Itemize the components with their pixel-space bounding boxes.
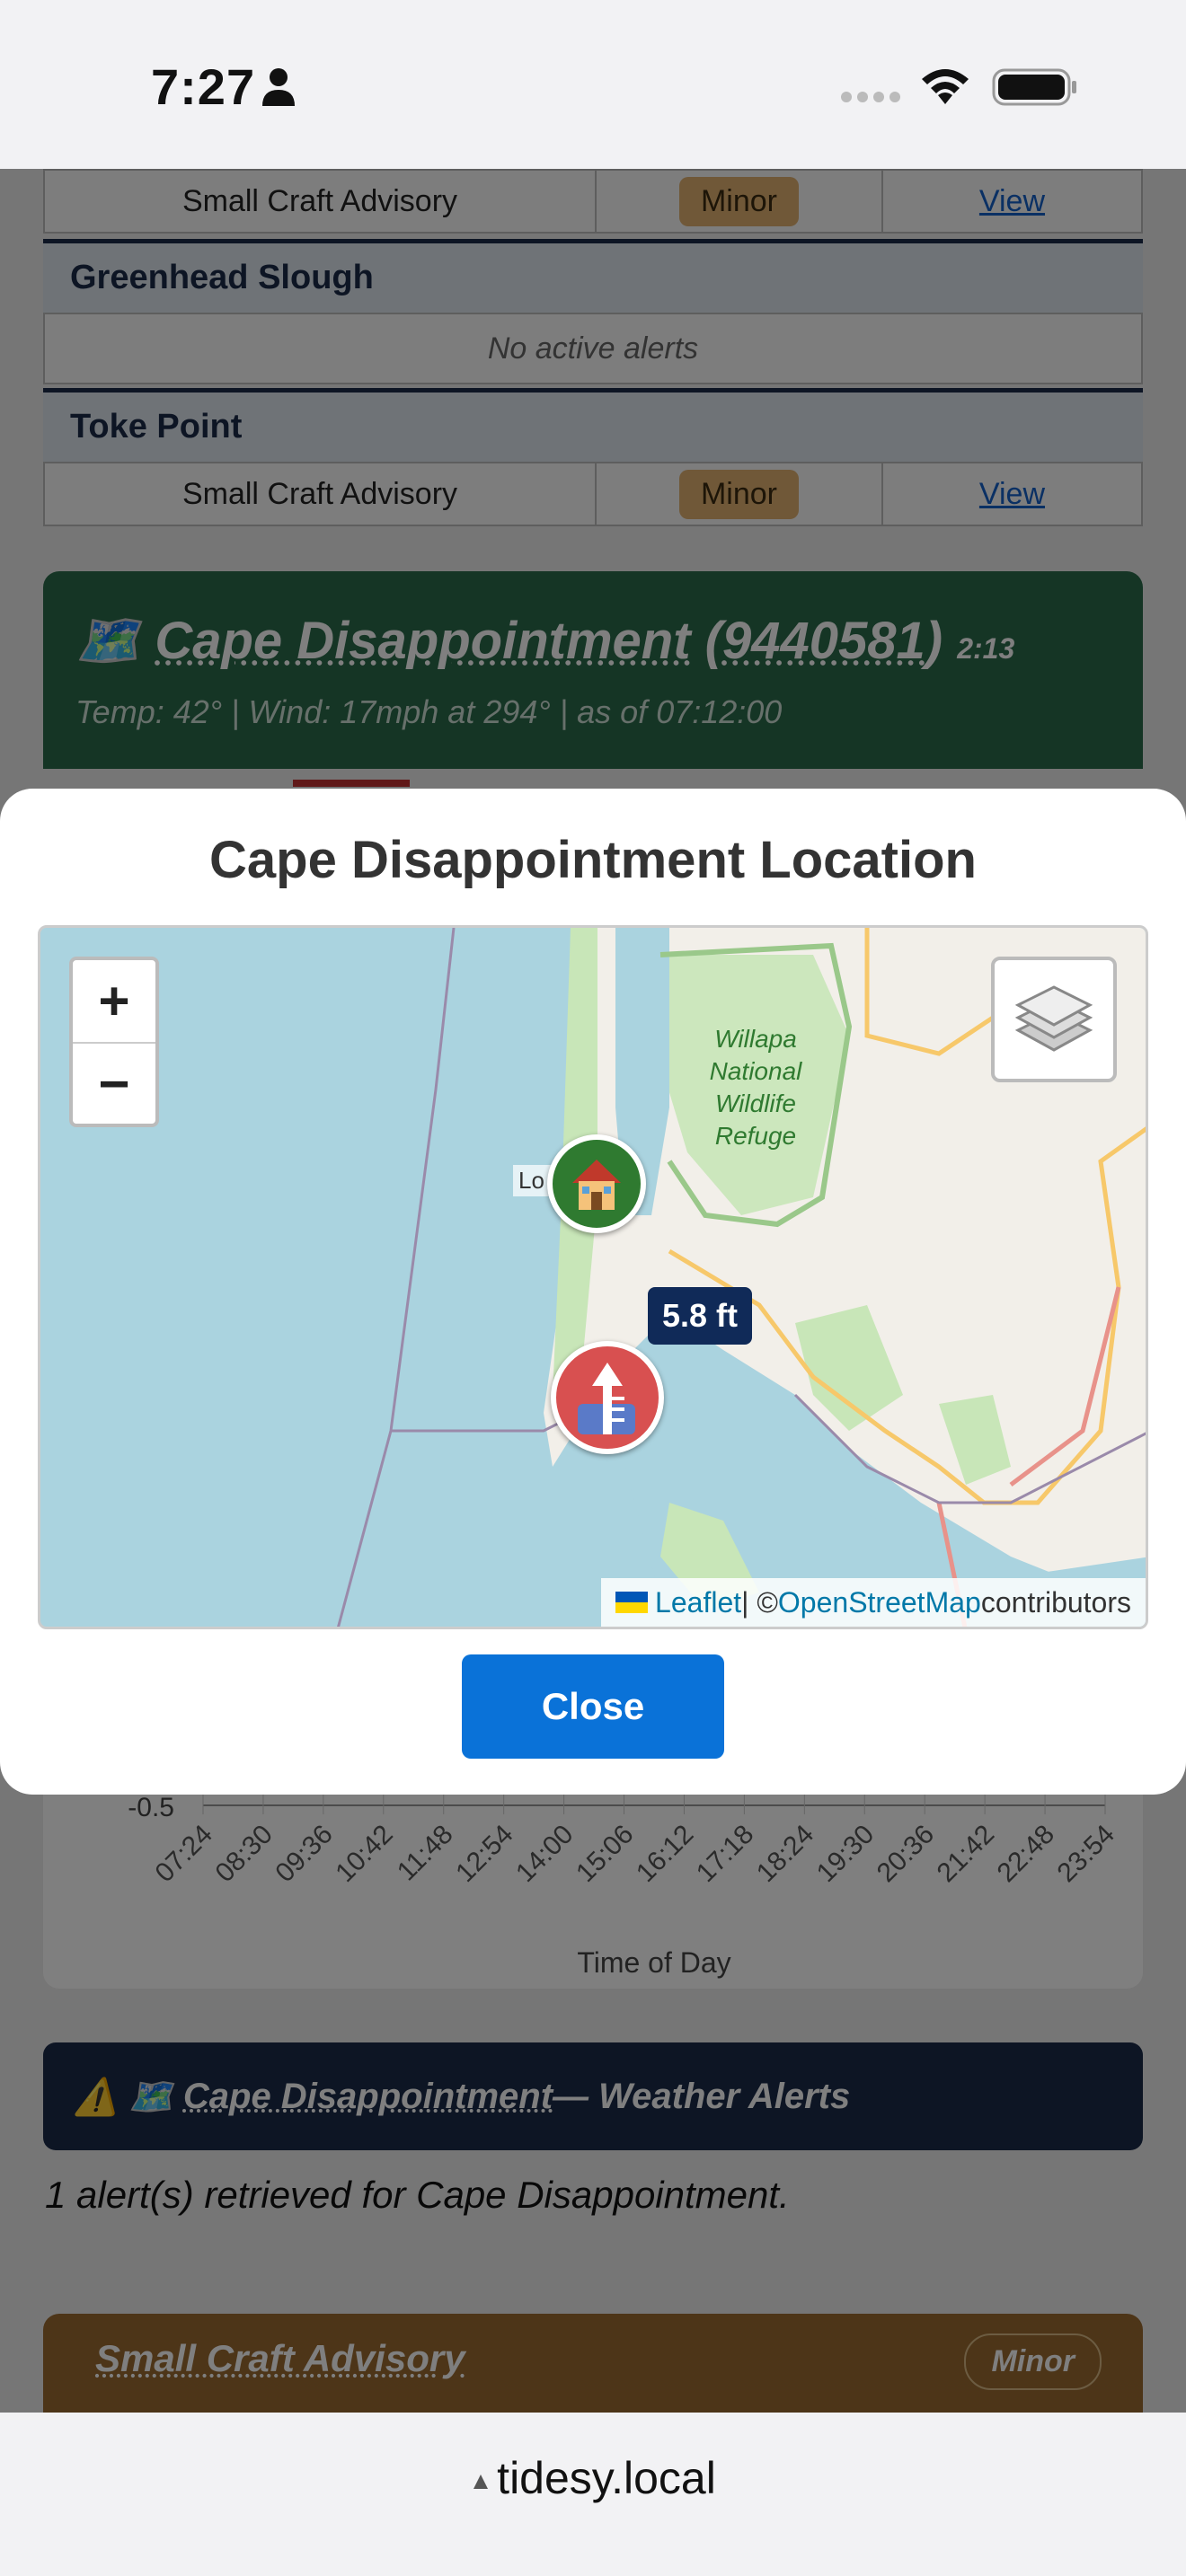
modal-title: Cape Disappointment Location (209, 831, 977, 889)
zoom-control: + − (69, 957, 159, 1127)
home-marker[interactable] (547, 1134, 646, 1233)
close-button[interactable]: Close (462, 1654, 724, 1759)
map-tiles (337, 928, 1146, 1627)
map-attribution: Leaflet | © OpenStreetMap contributors (601, 1578, 1146, 1627)
house-icon (572, 1160, 621, 1210)
wifi-icon (922, 69, 969, 104)
map-view[interactable]: + − Willapa National Wildlife Refuge Lo … (38, 925, 1148, 1629)
status-bar: 7:27 (0, 0, 1186, 169)
battery-icon (992, 68, 1076, 106)
zoom-out-button[interactable]: − (73, 1042, 155, 1124)
secure-triangle-icon (474, 2474, 489, 2489)
openstreetmap-link[interactable]: OpenStreetMap (778, 1586, 981, 1619)
leaflet-link[interactable]: Leaflet (655, 1586, 741, 1619)
url-display[interactable]: tidesy.local (0, 2452, 1186, 2504)
tide-height-label: 5.8 ft (648, 1287, 753, 1345)
refuge-label: Willapa National Wildlife Refuge (709, 1025, 802, 1150)
zoom-in-button[interactable]: + (73, 960, 155, 1042)
cellular-signal-icon (841, 92, 900, 102)
layers-button[interactable] (991, 957, 1117, 1082)
ukraine-flag-icon (615, 1592, 649, 1613)
tide-rising-icon (578, 1363, 635, 1434)
browser-address-bar[interactable]: tidesy.local (0, 2413, 1186, 2576)
person-icon (262, 68, 295, 106)
layers-icon (1014, 985, 1093, 1052)
tide-station-marker[interactable] (551, 1341, 664, 1454)
location-modal: Cape Disappointment Location + − Willapa… (0, 789, 1186, 1795)
status-time: 7:27 (151, 58, 256, 115)
